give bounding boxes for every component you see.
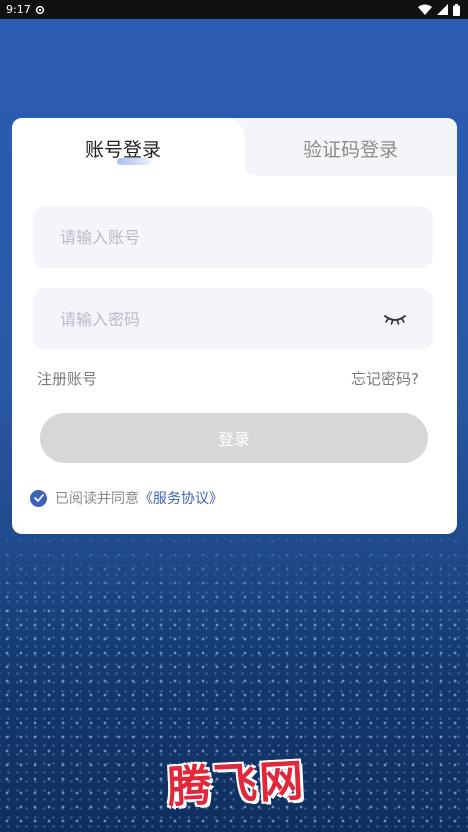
tab-sms-login[interactable]: 验证码登录: [244, 118, 457, 178]
forgot-password-link[interactable]: 忘记密码?: [351, 368, 419, 389]
account-links: 注册账号 忘记密码?: [37, 368, 419, 389]
login-card: 账号登录 验证码登录 注册账号 忘记密码? 登录 已阅读并同意《服务协议》: [12, 118, 457, 534]
agreement-checkbox[interactable]: [30, 489, 47, 507]
register-link[interactable]: 注册账号: [37, 368, 97, 389]
eye-closed-icon[interactable]: [383, 308, 407, 328]
status-bar: 9:17: [0, 0, 468, 19]
checkmark-icon: [33, 494, 44, 502]
account-field: [33, 206, 433, 268]
battery-icon: [453, 3, 460, 16]
status-time: 9:17: [6, 3, 31, 16]
login-tabs: 账号登录 验证码登录: [12, 118, 457, 186]
wifi-icon: [418, 4, 432, 15]
agreement-text: 已阅读并同意: [55, 491, 139, 507]
settings-icon: [35, 5, 44, 14]
brand-logo: 腾飞网: [165, 755, 307, 814]
login-button[interactable]: 登录: [40, 413, 428, 463]
agreement-row: 已阅读并同意 《服务协议》: [30, 488, 223, 508]
tab-account-login[interactable]: 账号登录: [12, 118, 234, 178]
service-agreement-link[interactable]: 《服务协议》: [139, 488, 223, 508]
signal-icon: [437, 4, 448, 15]
password-field: [33, 288, 433, 350]
password-input[interactable]: [33, 288, 433, 350]
account-input[interactable]: [33, 206, 433, 268]
